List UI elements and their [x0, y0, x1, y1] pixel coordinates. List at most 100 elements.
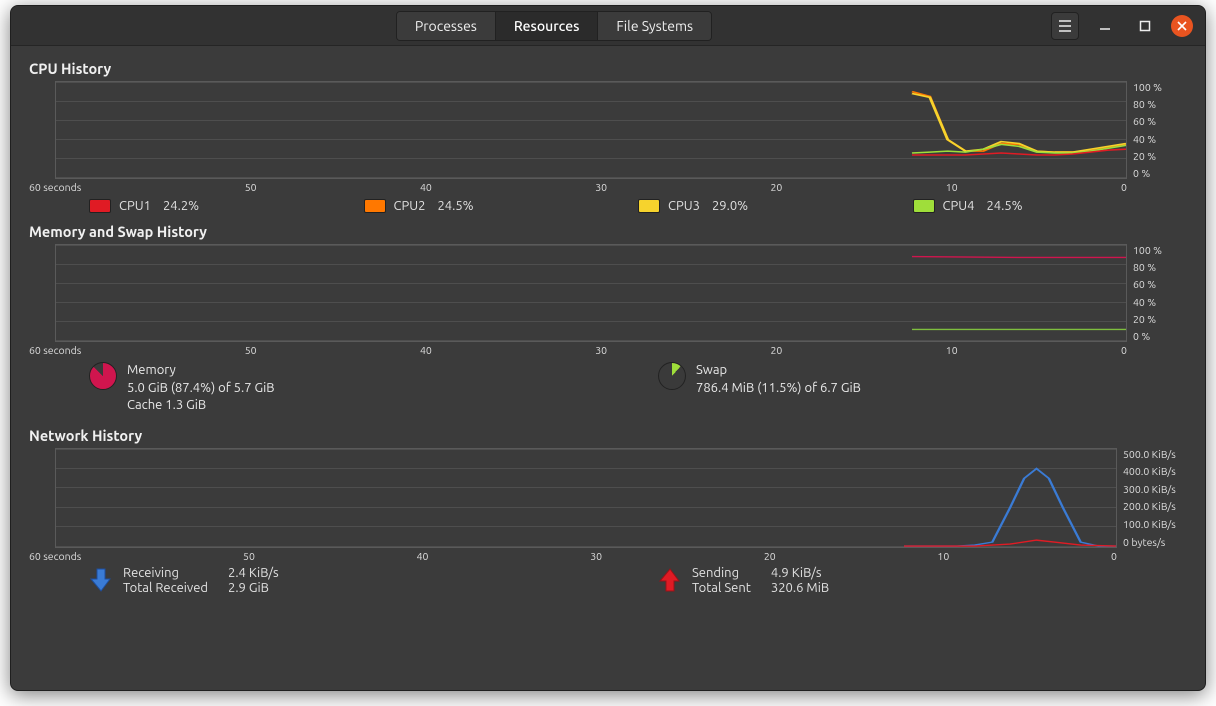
color-swatch	[913, 199, 935, 213]
x-label: 10	[937, 550, 949, 562]
memory-usage-block[interactable]: Memory 5.0 GiB (87.4%) of 5.7 GiB Cache …	[89, 362, 618, 415]
y-label: 60 %	[1133, 115, 1187, 127]
maximize-button[interactable]	[1131, 12, 1159, 40]
y-label: 100.0 KiB/s	[1123, 518, 1187, 530]
y-label: 0 bytes/s	[1123, 536, 1187, 548]
y-label: 400.0 KiB/s	[1123, 465, 1187, 477]
x-label: 0	[1121, 344, 1127, 356]
cpu-legend: CPU1 24.2% CPU2 24.5% CPU3 29.0% CPU4 24…	[89, 199, 1187, 213]
swap-label: Swap	[696, 362, 861, 380]
y-label: 80 %	[1133, 98, 1187, 110]
memory-chart	[55, 244, 1127, 342]
memory-xlabels: 60 seconds 50 40 30 20 10 0	[29, 344, 1127, 356]
cpu-legend-item[interactable]: CPU2 24.5%	[364, 199, 639, 213]
minimize-button[interactable]	[1091, 12, 1119, 40]
y-label: 40 %	[1133, 296, 1187, 308]
hamburger-menu-button[interactable]	[1051, 12, 1079, 40]
cpu-pct: 29.0%	[712, 199, 748, 213]
x-label: 50	[243, 550, 255, 562]
y-label: 0 %	[1133, 330, 1187, 342]
x-label: 30	[595, 344, 607, 356]
x-label: 60 seconds	[29, 344, 81, 356]
y-label: 20 %	[1133, 150, 1187, 162]
cpu-legend-item[interactable]: CPU1 24.2%	[89, 199, 364, 213]
network-history-title: Network History	[29, 427, 1187, 444]
x-label: 50	[245, 344, 257, 356]
y-label: 20 %	[1133, 313, 1187, 325]
y-label: 0 %	[1133, 167, 1187, 179]
download-arrow-icon	[89, 566, 113, 594]
x-label: 60 seconds	[29, 181, 81, 193]
cpu-legend-item[interactable]: CPU3 29.0%	[638, 199, 913, 213]
x-label: 40	[420, 181, 432, 193]
close-button[interactable]	[1171, 15, 1193, 37]
memory-chart-lines	[56, 245, 1126, 341]
y-label: 200.0 KiB/s	[1123, 500, 1187, 512]
y-label: 500.0 KiB/s	[1123, 448, 1187, 460]
titlebar: Processes Resources File Systems	[11, 6, 1205, 46]
y-label: 100 %	[1133, 244, 1187, 256]
x-label: 30	[595, 181, 607, 193]
y-label: 300.0 KiB/s	[1123, 483, 1187, 495]
tab-processes[interactable]: Processes	[397, 12, 496, 40]
swap-usage-block[interactable]: Swap 786.4 MiB (11.5%) of 6.7 GiB	[658, 362, 1187, 415]
color-swatch	[638, 199, 660, 213]
memory-value: 5.0 GiB (87.4%) of 5.7 GiB	[127, 380, 275, 398]
swap-value: 786.4 MiB (11.5%) of 6.7 GiB	[696, 380, 861, 398]
x-label: 20	[771, 181, 783, 193]
sending-rate: 4.9 KiB/s	[771, 566, 829, 580]
cpu-name: CPU3	[668, 199, 700, 213]
cpu-chart-lines	[56, 82, 1126, 178]
receiving-rate: 2.4 KiB/s	[228, 566, 279, 580]
network-receiving-block[interactable]: Receiving 2.4 KiB/s Total Received 2.9 G…	[89, 566, 618, 595]
cpu-pct: 24.5%	[437, 199, 473, 213]
memory-pie-icon	[89, 362, 117, 390]
x-label: 20	[764, 550, 776, 562]
memory-label: Memory	[127, 362, 275, 380]
color-swatch	[89, 199, 111, 213]
y-label: 40 %	[1133, 133, 1187, 145]
memory-cache: Cache 1.3 GiB	[127, 397, 275, 415]
x-label: 0	[1121, 181, 1127, 193]
cpu-pct: 24.5%	[986, 199, 1022, 213]
total-sent-value: 320.6 MiB	[771, 581, 829, 595]
x-label: 30	[590, 550, 602, 562]
memory-ylabels: 100 % 80 % 60 % 40 % 20 % 0 %	[1127, 244, 1187, 342]
x-label: 10	[946, 344, 958, 356]
x-label: 40	[420, 344, 432, 356]
swap-pie-icon	[658, 362, 686, 390]
network-sending-block[interactable]: Sending 4.9 KiB/s Total Sent 320.6 MiB	[658, 566, 1187, 595]
memory-history-title: Memory and Swap History	[29, 223, 1187, 240]
upload-arrow-icon	[658, 566, 682, 594]
x-label: 60 seconds	[29, 550, 81, 562]
total-received-label: Total Received	[123, 581, 208, 595]
cpu-ylabels: 100 % 80 % 60 % 40 % 20 % 0 %	[1127, 81, 1187, 179]
cpu-name: CPU4	[943, 199, 975, 213]
x-label: 20	[771, 344, 783, 356]
cpu-chart	[55, 81, 1127, 179]
app-window: Processes Resources File Systems CPU His…	[10, 5, 1206, 691]
y-label: 60 %	[1133, 278, 1187, 290]
y-label: 100 %	[1133, 81, 1187, 93]
cpu-xlabels: 60 seconds 50 40 30 20 10 0	[29, 181, 1127, 193]
network-chart	[55, 448, 1117, 548]
network-chart-lines	[56, 449, 1116, 547]
y-label: 80 %	[1133, 261, 1187, 273]
sending-label: Sending	[692, 566, 751, 580]
x-label: 50	[245, 181, 257, 193]
tab-resources[interactable]: Resources	[496, 12, 599, 40]
network-ylabels: 500.0 KiB/s 400.0 KiB/s 300.0 KiB/s 200.…	[1117, 448, 1187, 548]
view-tabs: Processes Resources File Systems	[396, 11, 712, 41]
color-swatch	[364, 199, 386, 213]
cpu-legend-item[interactable]: CPU4 24.5%	[913, 199, 1188, 213]
content-area: CPU History 100 % 80 % 60 % 40 % 20 % 0 …	[11, 46, 1205, 690]
x-label: 0	[1111, 550, 1117, 562]
cpu-history-title: CPU History	[29, 60, 1187, 77]
total-received-value: 2.9 GiB	[228, 581, 279, 595]
tab-filesystems[interactable]: File Systems	[598, 12, 711, 40]
cpu-name: CPU1	[119, 199, 151, 213]
total-sent-label: Total Sent	[692, 581, 751, 595]
receiving-label: Receiving	[123, 566, 208, 580]
x-label: 40	[417, 550, 429, 562]
network-xlabels: 60 seconds 50 40 30 20 10 0	[29, 550, 1117, 562]
